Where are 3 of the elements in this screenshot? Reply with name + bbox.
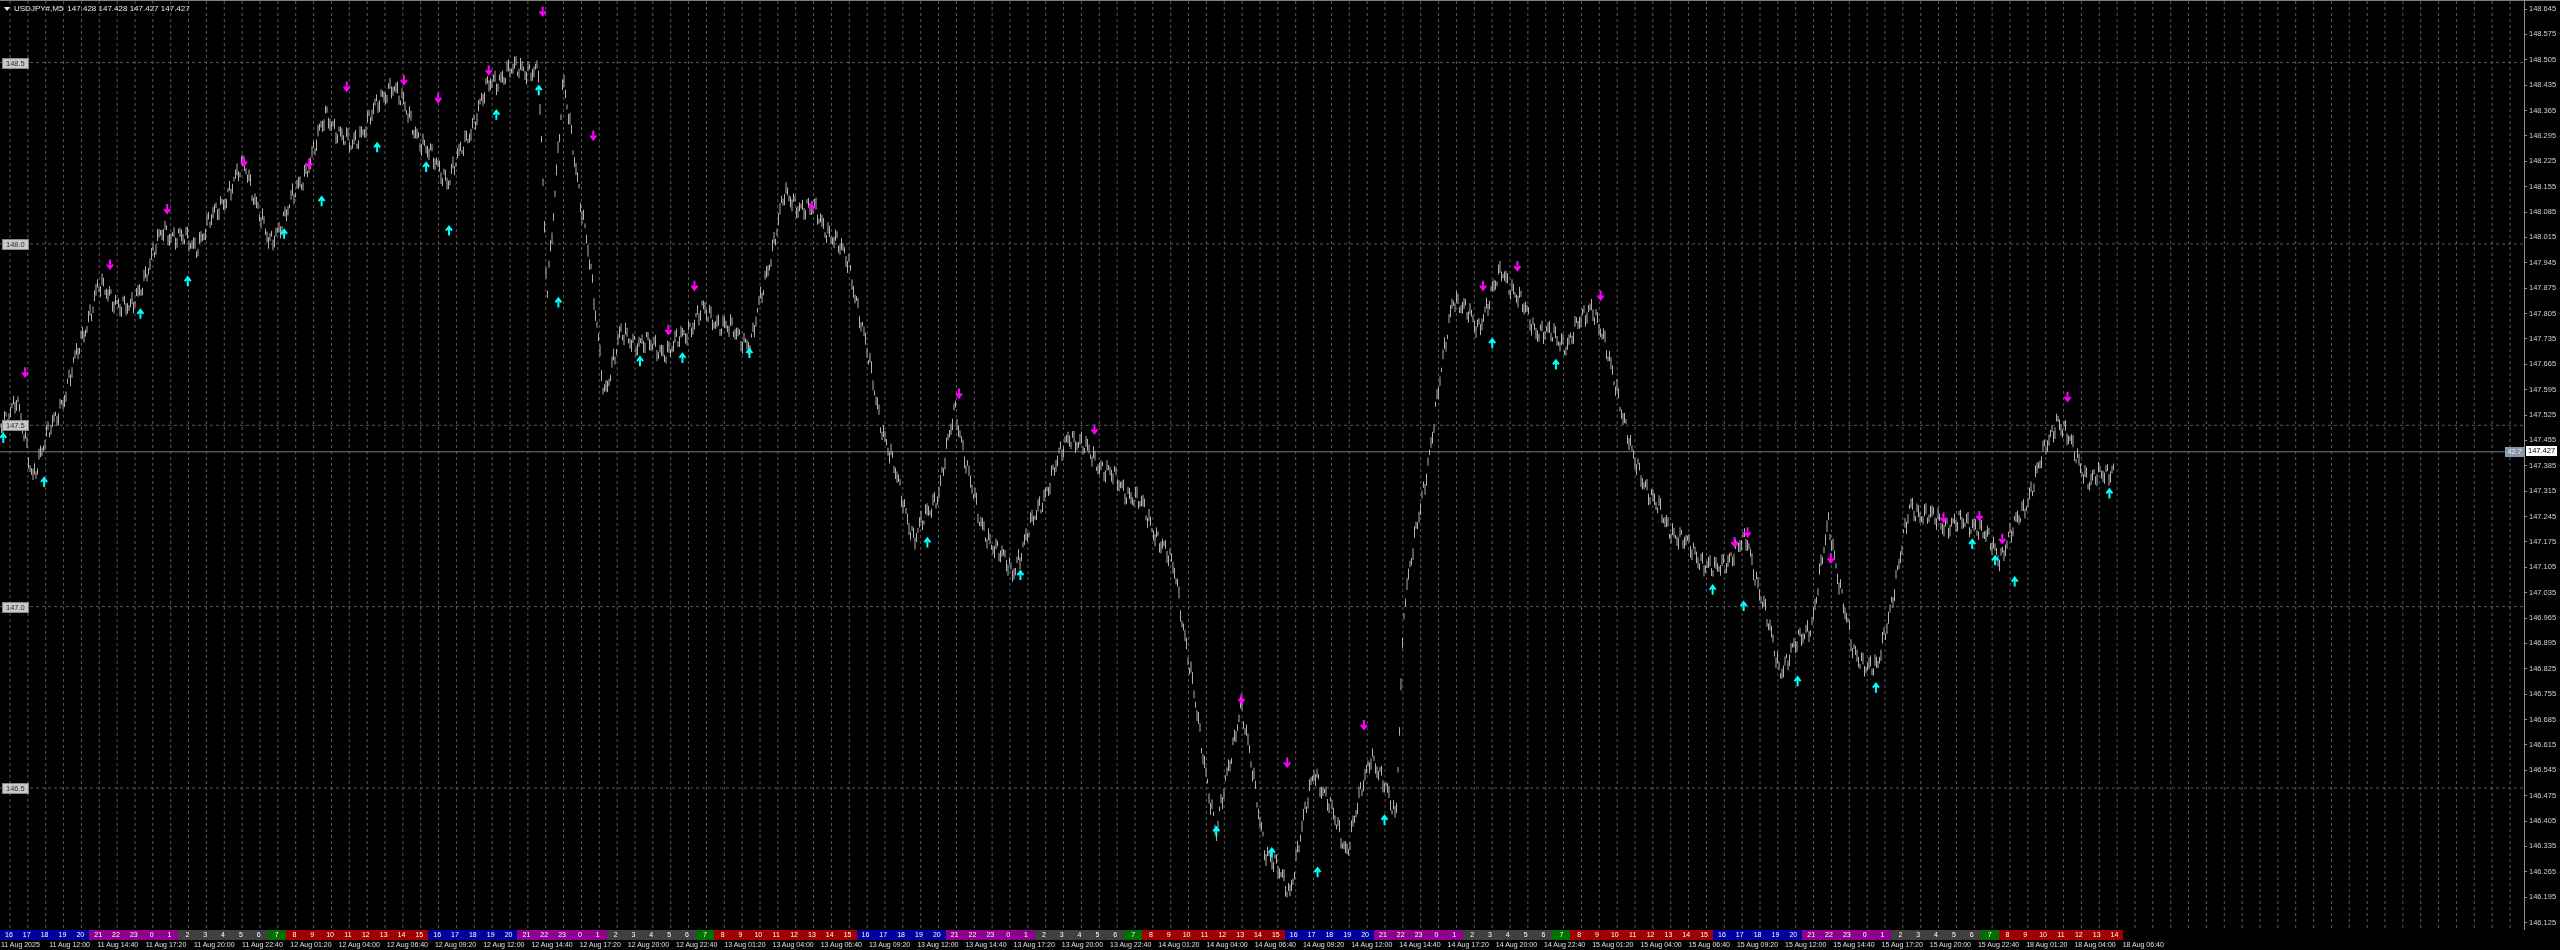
dropdown-triangle-icon[interactable]: [4, 6, 10, 11]
bid-ask-prices: 147.428 147.428 147.427 147.427: [67, 4, 190, 13]
symbol-timeframe: USDJPY#,M5: [14, 4, 64, 13]
